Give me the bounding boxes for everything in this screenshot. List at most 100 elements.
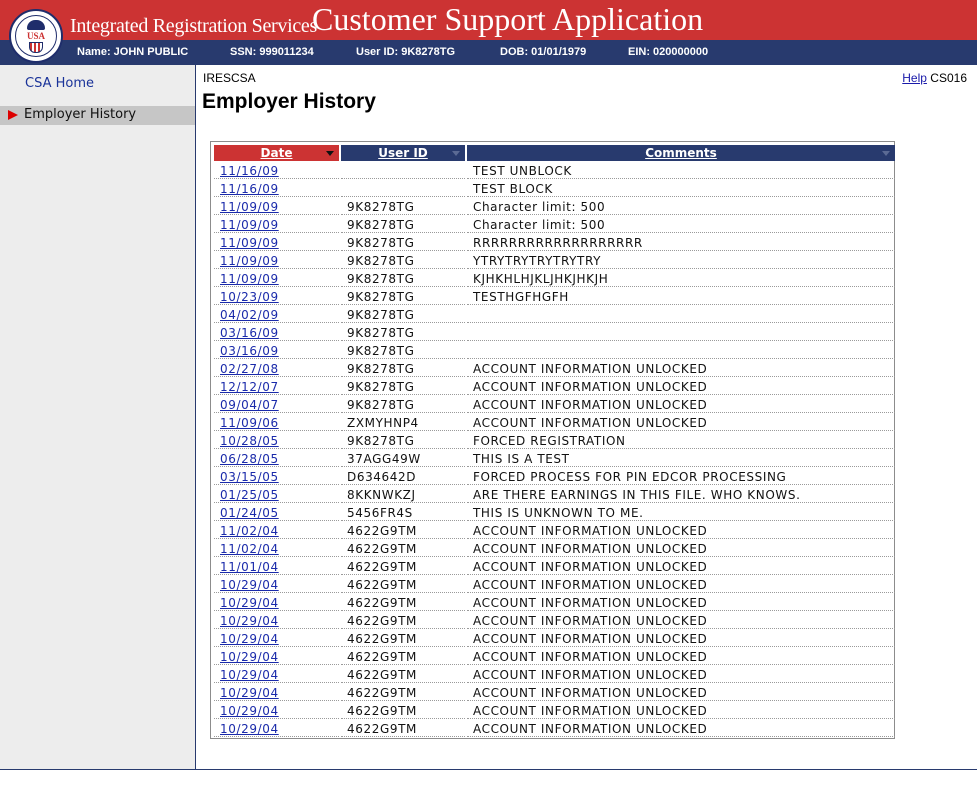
table-row: 11/02/04 4622G9TM ACCOUNT INFORMATION UNLO… — [214, 523, 895, 539]
user-id-cell: 8KKNWKZJ — [341, 487, 465, 503]
date-link[interactable]: 10/29/04 — [220, 632, 279, 646]
comments-cell: THIS IS UNKNOWN TO ME. — [467, 505, 895, 521]
date-link[interactable]: 10/29/04 — [220, 650, 279, 664]
date-cell: 01/24/05 — [214, 505, 339, 521]
date-link[interactable]: 10/29/04 — [220, 596, 279, 610]
table-row: 10/29/04 4622G9TM ACCOUNT INFORMATION UNLO… — [214, 649, 895, 665]
date-link[interactable]: 03/15/05 — [220, 470, 279, 484]
table-row: 11/16/09 TEST UNBLOCK — [214, 163, 895, 179]
column-header-comments[interactable]: Comments — [467, 145, 895, 161]
date-cell: 10/29/04 — [214, 649, 339, 665]
date-link[interactable]: 09/04/07 — [220, 398, 279, 412]
comments-cell: Character limit: 500 — [467, 217, 895, 233]
date-link[interactable]: 10/23/09 — [220, 290, 279, 304]
comments-cell: THIS IS A TEST — [467, 451, 895, 467]
date-link[interactable]: 11/09/09 — [220, 272, 279, 286]
date-cell: 11/02/04 — [214, 523, 339, 539]
page-code: CS016 — [930, 71, 967, 85]
date-cell: 04/02/09 — [214, 307, 339, 323]
date-link[interactable]: 10/29/04 — [220, 668, 279, 682]
date-link[interactable]: 06/28/05 — [220, 452, 279, 466]
date-link[interactable]: 01/24/05 — [220, 506, 279, 520]
date-cell: 10/29/04 — [214, 721, 339, 737]
comments-cell: ACCOUNT INFORMATION UNLOCKED — [467, 541, 895, 557]
column-header-user-id[interactable]: User ID — [341, 145, 465, 161]
table-row: 10/28/05 9K8278TG FORCED REGISTRATION — [214, 433, 895, 449]
user-id-cell: 4622G9TM — [341, 559, 465, 575]
date-cell: 11/09/09 — [214, 235, 339, 251]
user-id-cell: 9K8278TG — [341, 235, 465, 251]
user-id-cell: 9K8278TG — [341, 433, 465, 449]
date-link[interactable]: 03/16/09 — [220, 344, 279, 358]
comments-cell: ACCOUNT INFORMATION UNLOCKED — [467, 649, 895, 665]
date-cell: 10/28/05 — [214, 433, 339, 449]
user-id-cell: 4622G9TM — [341, 685, 465, 701]
user-id-cell: 9K8278TG — [341, 325, 465, 341]
date-link[interactable]: 11/09/06 — [220, 416, 279, 430]
user-id-cell: 4622G9TM — [341, 613, 465, 629]
user-id-cell: D634642D — [341, 469, 465, 485]
footer-divider — [0, 769, 977, 770]
comments-cell: TEST BLOCK — [467, 181, 895, 197]
eagle-icon — [27, 20, 45, 30]
date-link[interactable]: 02/27/08 — [220, 362, 279, 376]
date-cell: 03/15/05 — [214, 469, 339, 485]
date-link[interactable]: 11/09/09 — [220, 236, 279, 250]
comments-cell: TESTHGFHGFH — [467, 289, 895, 305]
customer-user-id: User ID: 9K8278TG — [356, 46, 456, 58]
date-link[interactable]: 11/09/09 — [220, 200, 279, 214]
date-cell: 06/28/05 — [214, 451, 339, 467]
customer-ssn: SSN: 999011234 — [230, 46, 314, 58]
help-link[interactable]: Help — [902, 71, 927, 85]
date-cell: 10/29/04 — [214, 577, 339, 593]
header-banner: Integrated Registration Services Custome… — [0, 0, 977, 40]
date-link[interactable]: 03/16/09 — [220, 326, 279, 340]
date-link[interactable]: 10/29/04 — [220, 686, 279, 700]
comments-cell: Character limit: 500 — [467, 199, 895, 215]
date-link[interactable]: 04/02/09 — [220, 308, 279, 322]
date-link[interactable]: 11/02/04 — [220, 524, 279, 538]
date-link[interactable]: 10/29/04 — [220, 722, 279, 736]
date-cell: 10/29/04 — [214, 631, 339, 647]
table-row: 04/02/09 9K8278TG — [214, 307, 895, 323]
date-link[interactable]: 11/02/04 — [220, 542, 279, 556]
agency-title: Integrated Registration Services — [70, 15, 317, 37]
comments-cell: ACCOUNT INFORMATION UNLOCKED — [467, 577, 895, 593]
date-link[interactable]: 01/25/05 — [220, 488, 279, 502]
date-link[interactable]: 11/16/09 — [220, 182, 279, 196]
page-title: Employer History — [202, 90, 376, 113]
comments-cell: RRRRRRRRRRRRRRRRRRR — [467, 235, 895, 251]
date-link[interactable]: 10/29/04 — [220, 614, 279, 628]
user-id-cell: 9K8278TG — [341, 199, 465, 215]
sidebar-item-csa-home[interactable]: CSA Home — [25, 76, 94, 91]
user-id-cell: 4622G9TM — [341, 703, 465, 719]
user-id-cell: 9K8278TG — [341, 253, 465, 269]
date-link[interactable]: 10/28/05 — [220, 434, 279, 448]
user-id-cell: 9K8278TG — [341, 289, 465, 305]
table-row: 11/09/09 9K8278TG KJHKHLHJKLJHKJHKJH — [214, 271, 895, 287]
comments-cell: ACCOUNT INFORMATION UNLOCKED — [467, 667, 895, 683]
table-row: 06/28/05 37AGG49W THIS IS A TEST — [214, 451, 895, 467]
table-row: 03/15/05 D634642D FORCED PROCESS FOR PIN E… — [214, 469, 895, 485]
table-row: 11/09/06 ZXMYHNP4 ACCOUNT INFORMATION UNLO… — [214, 415, 895, 431]
table-row: 10/29/04 4622G9TM ACCOUNT INFORMATION UNLO… — [214, 631, 895, 647]
sidebar-item-employer-history[interactable]: Employer History — [0, 106, 195, 125]
date-link[interactable]: 10/29/04 — [220, 578, 279, 592]
comments-cell: ACCOUNT INFORMATION UNLOCKED — [467, 397, 895, 413]
date-link[interactable]: 11/01/04 — [220, 560, 279, 574]
shield-icon — [29, 42, 43, 53]
comments-cell: FORCED PROCESS FOR PIN EDCOR PROCESSING — [467, 469, 895, 485]
date-cell: 01/25/05 — [214, 487, 339, 503]
comments-cell: ACCOUNT INFORMATION UNLOCKED — [467, 595, 895, 611]
date-link[interactable]: 11/09/09 — [220, 218, 279, 232]
date-link[interactable]: 11/16/09 — [220, 164, 279, 178]
user-id-cell: 9K8278TG — [341, 379, 465, 395]
comments-cell: ARE THERE EARNINGS IN THIS FILE. WHO KNO… — [467, 487, 895, 503]
column-header-date[interactable]: Date — [214, 145, 339, 161]
comments-cell: ACCOUNT INFORMATION UNLOCKED — [467, 685, 895, 701]
date-link[interactable]: 10/29/04 — [220, 704, 279, 718]
table-row: 10/29/04 4622G9TM ACCOUNT INFORMATION UNLO… — [214, 703, 895, 719]
date-link[interactable]: 12/12/07 — [220, 380, 279, 394]
date-link[interactable]: 11/09/09 — [220, 254, 279, 268]
sort-icon — [452, 151, 460, 156]
